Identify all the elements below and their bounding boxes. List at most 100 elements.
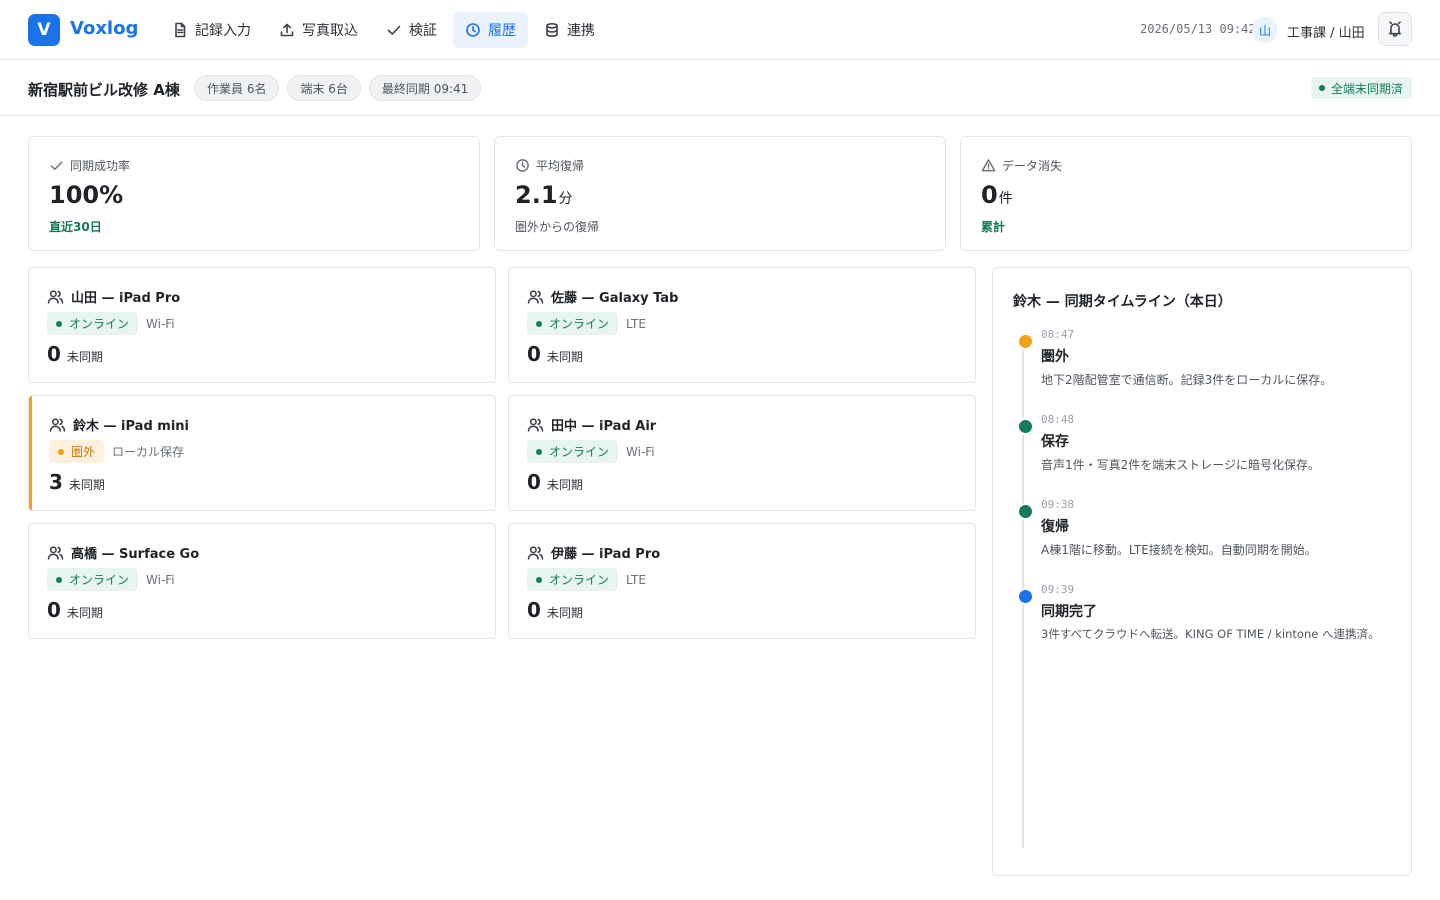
unsynced-count: 0 <box>47 598 61 622</box>
device-name: 山田 — iPad Pro <box>71 291 181 306</box>
status-badge: オンライン <box>47 568 139 591</box>
stat-card-avg-recovery: 平均復帰 2.1分 圏外からの復帰 <box>494 136 946 251</box>
stat-value: 2.1 <box>515 181 558 209</box>
stat-value: 100% <box>49 181 124 209</box>
nav-label: 記録入力 <box>195 23 251 39</box>
top-bar: V Voxlog 記録入力 写真取込 検証 履歴 連携 2026/05/13 0… <box>0 0 1440 60</box>
nav-label: 写真取込 <box>302 23 358 39</box>
device-card[interactable]: 佐藤 — Galaxy Tab オンライン LTE 0 未同期 <box>508 267 976 383</box>
status-dot-icon <box>56 576 62 583</box>
timeline-title: 鈴木 — 同期タイムライン（本日） <box>1013 294 1232 310</box>
status-text: オンライン <box>69 573 130 587</box>
stat-unit: 分 <box>558 191 573 207</box>
device-card[interactable]: 鈴木 — iPad mini 圏外 ローカル保存 3 未同期 <box>28 395 496 511</box>
unsynced-label: 未同期 <box>546 478 583 492</box>
stat-card-data-loss: データ消失 0件 累計 <box>960 136 1412 251</box>
unsynced-label: 未同期 <box>68 478 105 492</box>
status-dot-icon <box>536 320 542 327</box>
project-bar: 新宿駅前ビル改修 A棟 作業員 6名 端末 6台 最終同期 09:41 全端末同… <box>0 60 1440 116</box>
event-time: 08:47 <box>1041 328 1075 341</box>
timeline-dot-icon <box>1017 418 1034 435</box>
device-name: 高橋 — Surface Go <box>71 547 200 562</box>
nav-item-verify[interactable]: 検証 <box>374 12 449 48</box>
nav-item-history[interactable]: 履歴 <box>453 12 528 48</box>
unsynced-count: 0 <box>527 342 541 366</box>
sync-timeline-panel: 鈴木 — 同期タイムライン（本日） 08:47 圏外 地下2階配管室で通信断。記… <box>992 267 1412 876</box>
current-datetime: 2026/05/13 09:42 <box>1140 22 1256 36</box>
notification-button[interactable] <box>1378 12 1412 46</box>
event-title: 圏外 <box>1041 349 1069 365</box>
users-icon <box>527 546 544 560</box>
unsynced-count: 0 <box>47 342 61 366</box>
stat-label: 平均復帰 <box>536 159 585 173</box>
nav-item-record-entry[interactable]: 記録入力 <box>160 12 263 48</box>
nav-item-integration[interactable]: 連携 <box>532 12 607 48</box>
upload-icon <box>280 23 294 37</box>
users-icon <box>47 290 64 304</box>
device-name: 田中 — iPad Air <box>551 419 657 434</box>
stat-sub: 圏外からの復帰 <box>515 220 600 234</box>
chip-workers: 作業員 6名 <box>194 75 280 101</box>
sync-status-badge: 全端末同期済 <box>1310 77 1412 99</box>
event-title: 同期完了 <box>1041 604 1097 620</box>
connection-type: Wi-Fi <box>146 572 175 587</box>
status-dot-icon <box>56 320 62 327</box>
connection-type: Wi-Fi <box>146 316 175 331</box>
status-dot-icon <box>536 448 542 455</box>
stat-label: データ消失 <box>1002 159 1063 173</box>
device-name: 伊藤 — iPad Pro <box>551 547 661 562</box>
unsynced-count: 0 <box>527 598 541 622</box>
check-icon <box>50 161 63 170</box>
main-nav: 記録入力 写真取込 検証 履歴 連携 <box>160 12 607 48</box>
status-dot-icon <box>58 448 64 455</box>
connection-type: ローカル保存 <box>112 445 185 459</box>
connection-type: LTE <box>626 572 646 587</box>
timeline-dot-icon <box>1017 333 1034 350</box>
device-card[interactable]: 田中 — iPad Air オンライン Wi-Fi 0 未同期 <box>508 395 976 511</box>
timeline-dot-icon <box>1017 503 1034 520</box>
device-card[interactable]: 伊藤 — iPad Pro オンライン LTE 0 未同期 <box>508 523 976 639</box>
project-title: 新宿駅前ビル改修 A棟 <box>28 81 180 99</box>
event-description: 地下2階配管室で通信断。記録3件をローカルに保存。 <box>1041 373 1333 387</box>
status-dot-icon <box>536 576 542 583</box>
nav-label: 連携 <box>567 23 595 39</box>
device-card[interactable]: 山田 — iPad Pro オンライン Wi-Fi 0 未同期 <box>28 267 496 383</box>
chip-last-sync: 最終同期 09:41 <box>368 75 482 101</box>
user-name[interactable]: 工事課 / 山田 <box>1287 22 1365 41</box>
database-icon <box>546 22 558 37</box>
nav-item-photo-import[interactable]: 写真取込 <box>267 12 370 48</box>
stat-label: 同期成功率 <box>70 159 131 173</box>
connection-type: Wi-Fi <box>626 444 655 459</box>
unsynced-count: 0 <box>527 470 541 494</box>
unsynced-count: 3 <box>49 470 63 494</box>
event-description: A棟1階に移動。LTE接続を検知。自動同期を開始。 <box>1041 543 1317 557</box>
brand-name[interactable]: Voxlog <box>70 18 138 39</box>
unsynced-label: 未同期 <box>546 350 583 364</box>
connection-type: LTE <box>626 316 646 331</box>
status-text: オンライン <box>549 573 610 587</box>
document-icon <box>175 22 186 38</box>
users-icon <box>527 290 544 304</box>
unsynced-label: 未同期 <box>66 606 103 620</box>
status-text: オンライン <box>549 317 610 331</box>
users-icon <box>49 418 66 432</box>
project-chips: 作業員 6名 端末 6台 最終同期 09:41 <box>194 75 482 101</box>
chip-devices: 端末 6台 <box>287 75 361 101</box>
status-badge: オンライン <box>527 440 619 463</box>
check-icon <box>387 25 401 35</box>
warning-icon <box>981 159 996 172</box>
users-icon <box>527 418 544 432</box>
app-logo[interactable]: V <box>28 14 60 46</box>
event-time: 08:48 <box>1041 413 1075 426</box>
nav-label: 履歴 <box>488 23 516 39</box>
stat-sub: 累計 <box>981 220 1006 234</box>
status-dot-icon <box>1318 85 1325 91</box>
avatar[interactable]: 山 <box>1252 17 1278 43</box>
device-name: 佐藤 — Galaxy Tab <box>551 291 679 306</box>
timeline-dot-icon <box>1017 588 1034 605</box>
device-card[interactable]: 高橋 — Surface Go オンライン Wi-Fi 0 未同期 <box>28 523 496 639</box>
nav-label: 検証 <box>409 23 437 39</box>
stat-unit: 件 <box>998 191 1013 207</box>
unsynced-label: 未同期 <box>66 350 103 364</box>
unsynced-label: 未同期 <box>546 606 583 620</box>
